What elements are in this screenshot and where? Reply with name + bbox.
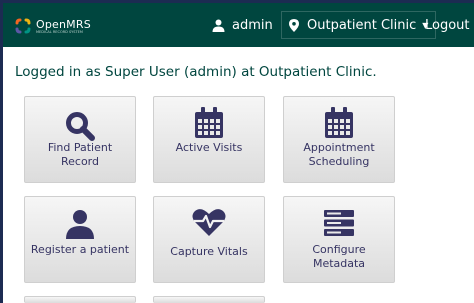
user-menu[interactable]: admin [212, 3, 273, 47]
tile-label: Register a patient [30, 243, 130, 256]
app-tile-active-visits[interactable]: Active Visits [153, 96, 265, 183]
header-bar: OpenMRS MEDICAL RECORD SYSTEM admin Outp… [3, 3, 474, 47]
openmrs-logo-icon [15, 18, 31, 34]
location-name: Outpatient Clinic [307, 17, 417, 33]
logout-label: Logout [425, 17, 470, 33]
app-tile-capture-vitals[interactable]: Capture Vitals [153, 196, 265, 283]
tile-label: Active Visits [175, 141, 243, 154]
app-tile-appointment-scheduling[interactable]: Appointment Scheduling [283, 96, 395, 183]
app-tile-configure-metadata[interactable]: Configure Metadata [283, 196, 395, 283]
heartbeat-icon [192, 209, 226, 236]
logout-link[interactable]: Logout [425, 3, 474, 47]
app-tile-register-patient[interactable]: Register a patient [24, 196, 136, 283]
app-tile-partial[interactable] [24, 296, 136, 303]
user-name: admin [232, 17, 273, 33]
app-tile-find-patient[interactable]: Find Patient Record [24, 96, 136, 183]
welcome-message: Logged in as Super User (admin) at Outpa… [15, 64, 377, 80]
user-icon [66, 210, 94, 239]
tile-label: Appointment Scheduling [303, 141, 375, 168]
tile-label: Configure Metadata [312, 243, 366, 270]
search-icon [66, 112, 95, 141]
map-marker-icon [289, 18, 299, 32]
brand-subtitle: MEDICAL RECORD SYSTEM [36, 30, 83, 34]
user-icon [212, 19, 225, 32]
openmrs-logo[interactable]: OpenMRS MEDICAL RECORD SYSTEM [14, 16, 104, 36]
app-tile-partial[interactable] [153, 296, 265, 303]
location-selector[interactable]: Outpatient Clinic ▼ [281, 11, 437, 39]
calendar-icon [195, 107, 223, 138]
tile-label: Find Patient Record [47, 141, 113, 168]
tile-label: Capture Vitals [170, 245, 248, 258]
server-icon [324, 210, 354, 236]
calendar-icon [325, 107, 353, 138]
